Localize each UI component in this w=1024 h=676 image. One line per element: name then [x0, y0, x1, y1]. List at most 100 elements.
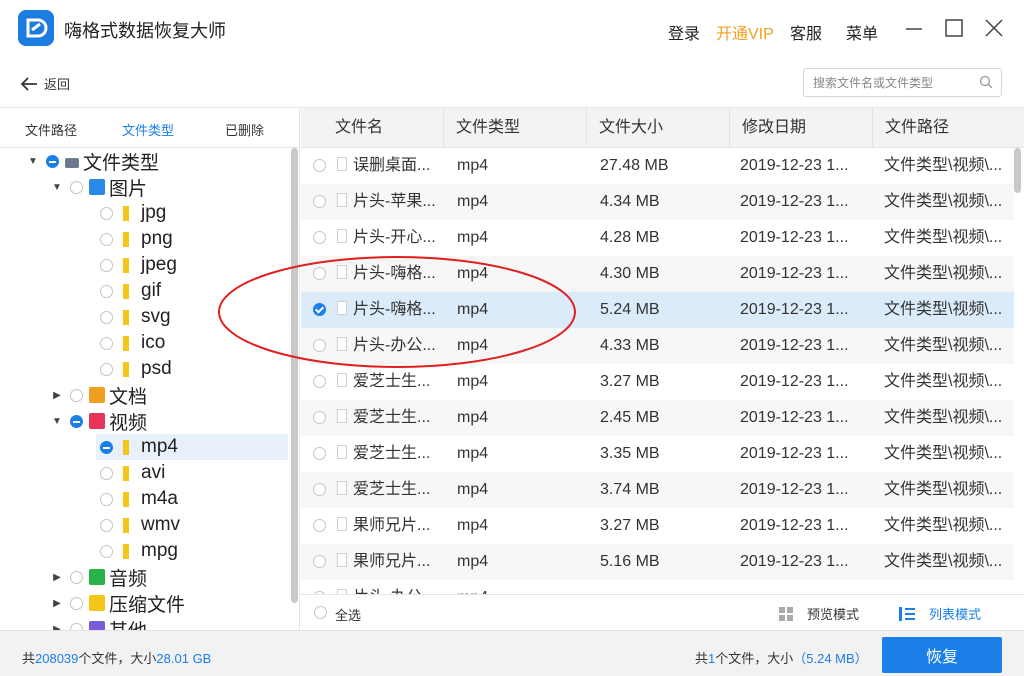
- column-header-name[interactable]: 文件名: [301, 108, 444, 148]
- table-row[interactable]: 误删桌面... mp4 27.48 MB 2019-12-23 1... 文件类型\视频…: [301, 148, 1014, 184]
- expand-arrow-icon[interactable]: ▼: [26, 156, 40, 167]
- back-button[interactable]: 返回: [20, 74, 70, 93]
- tree-scrollbar[interactable]: [290, 148, 298, 630]
- tree-radio[interactable]: [100, 336, 113, 350]
- scrollbar-thumb[interactable]: [1014, 148, 1021, 193]
- table-row[interactable]: 片头-办公... mp4 4.33 MB 2019-12-23 1... 文件类型\视频…: [301, 328, 1014, 364]
- row-radio[interactable]: [313, 267, 326, 280]
- column-header-date[interactable]: 修改日期: [730, 108, 873, 148]
- table-row[interactable]: 片头-开心... mp4 4.28 MB 2019-12-23 1... 文件类型\视频…: [301, 220, 1014, 256]
- menu-link[interactable]: 菜单: [846, 20, 878, 44]
- tree-radio[interactable]: [70, 180, 83, 194]
- row-radio[interactable]: [313, 195, 326, 208]
- search-icon[interactable]: [979, 75, 993, 89]
- tree-radio[interactable]: [100, 284, 113, 298]
- tree-radio[interactable]: [100, 206, 113, 220]
- tree-node-jpeg[interactable]: jpeg: [100, 252, 177, 278]
- row-radio[interactable]: [313, 483, 326, 496]
- tree-radio[interactable]: [100, 492, 113, 506]
- column-header-size[interactable]: 文件大小: [587, 108, 730, 148]
- tree-node-mpg[interactable]: mpg: [100, 538, 178, 564]
- tree-node-images[interactable]: ▼ 图片: [50, 174, 147, 200]
- tree-node-other[interactable]: ▶ 其他: [50, 616, 147, 630]
- expand-arrow-icon[interactable]: ▶: [50, 572, 64, 583]
- column-header-path[interactable]: 文件路径: [873, 108, 1024, 148]
- tree-node-ico[interactable]: ico: [100, 330, 165, 356]
- tree-node-mp4[interactable]: mp4: [96, 434, 288, 460]
- tree-radio[interactable]: [100, 466, 113, 480]
- tab-file-type[interactable]: 文件类型: [122, 120, 174, 139]
- row-radio[interactable]: [313, 519, 326, 532]
- tree-node-gif[interactable]: gif: [100, 278, 161, 304]
- recover-button[interactable]: 恢复: [882, 637, 1002, 673]
- table-row[interactable]: 爱芝士生... mp4 3.35 MB 2019-12-23 1... 文件类型\视频\…: [301, 436, 1014, 472]
- table-row[interactable]: 爱芝士生... mp4 3.27 MB 2019-12-23 1... 文件类型\视频\…: [301, 364, 1014, 400]
- expand-arrow-icon[interactable]: ▶: [50, 598, 64, 609]
- select-all-radio[interactable]: [314, 606, 327, 619]
- tree-radio[interactable]: [70, 622, 83, 630]
- list-mode-button[interactable]: 列表模式: [899, 604, 981, 623]
- tree-radio[interactable]: [70, 388, 83, 402]
- tree-node-video[interactable]: ▼ 视频: [50, 408, 147, 434]
- cell-size: 4.33 MB: [600, 337, 660, 354]
- tree-node-archive[interactable]: ▶ 压缩文件: [50, 590, 185, 616]
- tab-deleted[interactable]: 已删除: [225, 120, 264, 139]
- tree-node-png[interactable]: png: [100, 226, 173, 252]
- close-icon[interactable]: [982, 16, 1006, 40]
- tree-radio[interactable]: [70, 596, 83, 610]
- tree-node-audio[interactable]: ▶ 音频: [50, 564, 147, 590]
- tree-radio[interactable]: [46, 154, 59, 168]
- expand-arrow-icon[interactable]: ▼: [50, 182, 64, 193]
- tree-radio[interactable]: [100, 440, 113, 454]
- tree-radio[interactable]: [100, 518, 113, 532]
- scrollbar-thumb[interactable]: [291, 148, 298, 603]
- table-row[interactable]: 爱芝士生... mp4 3.74 MB 2019-12-23 1... 文件类型\视频\…: [301, 472, 1014, 508]
- cell-path: 文件类型\视频\...: [884, 481, 1003, 498]
- tree-node-jpg[interactable]: jpg: [100, 200, 166, 226]
- table-row[interactable]: 片头-办公... mp4: [301, 580, 1014, 594]
- row-radio[interactable]: [313, 375, 326, 388]
- table-row[interactable]: 果师兄片... mp4 5.16 MB 2019-12-23 1... 文件类型\视频\…: [301, 544, 1014, 580]
- table-row[interactable]: 片头-苹果... mp4 4.34 MB 2019-12-23 1... 文件类型\视频…: [301, 184, 1014, 220]
- tree-radio[interactable]: [100, 544, 113, 558]
- tree-radio[interactable]: [70, 570, 83, 584]
- table-row[interactable]: 片头-嗨格... mp4 4.30 MB 2019-12-23 1... 文件类型\视频…: [301, 256, 1014, 292]
- expand-arrow-icon[interactable]: ▶: [50, 390, 64, 401]
- tree-radio[interactable]: [100, 362, 113, 376]
- row-radio[interactable]: [313, 159, 326, 172]
- table-row[interactable]: 片头-嗨格... mp4 5.24 MB 2019-12-23 1... 文件类型\视频…: [301, 292, 1014, 328]
- row-radio[interactable]: [313, 411, 326, 424]
- tree-node-svg[interactable]: svg: [100, 304, 171, 330]
- tree-node-documents[interactable]: ▶ 文档: [50, 382, 147, 408]
- table-row[interactable]: 果师兄片... mp4 3.27 MB 2019-12-23 1... 文件类型\视频\…: [301, 508, 1014, 544]
- tree-radio[interactable]: [100, 310, 113, 324]
- tree-node-avi[interactable]: avi: [100, 460, 165, 486]
- preview-mode-button[interactable]: 预览模式: [779, 604, 859, 623]
- table-row[interactable]: 爱芝士生... mp4 2.45 MB 2019-12-23 1... 文件类型\视频\…: [301, 400, 1014, 436]
- row-radio[interactable]: [313, 231, 326, 244]
- tree-node-file-type[interactable]: ▼ 文件类型: [26, 148, 159, 174]
- vip-link[interactable]: 开通VIP: [716, 20, 774, 44]
- table-scrollbar[interactable]: [1013, 148, 1023, 594]
- search-input[interactable]: [804, 69, 972, 96]
- login-link[interactable]: 登录: [668, 20, 700, 44]
- row-radio[interactable]: [313, 339, 326, 352]
- tab-file-path[interactable]: 文件路径: [25, 120, 77, 139]
- column-header-type[interactable]: 文件类型: [444, 108, 587, 148]
- file-count: 208039: [35, 651, 79, 666]
- tree-radio[interactable]: [70, 414, 83, 428]
- file-icon: [337, 157, 347, 171]
- select-all-label[interactable]: 全选: [335, 605, 361, 624]
- tree-radio[interactable]: [100, 232, 113, 246]
- row-radio[interactable]: [313, 303, 326, 316]
- minimize-icon[interactable]: [902, 16, 926, 40]
- expand-arrow-icon[interactable]: ▼: [50, 416, 64, 427]
- maximize-icon[interactable]: [942, 16, 966, 40]
- service-link[interactable]: 客服: [790, 20, 822, 44]
- tree-node-m4a[interactable]: m4a: [100, 486, 178, 512]
- tree-node-wmv[interactable]: wmv: [100, 512, 180, 538]
- tree-radio[interactable]: [100, 258, 113, 272]
- tree-node-psd[interactable]: psd: [100, 356, 172, 382]
- row-radio[interactable]: [313, 447, 326, 460]
- row-radio[interactable]: [313, 555, 326, 568]
